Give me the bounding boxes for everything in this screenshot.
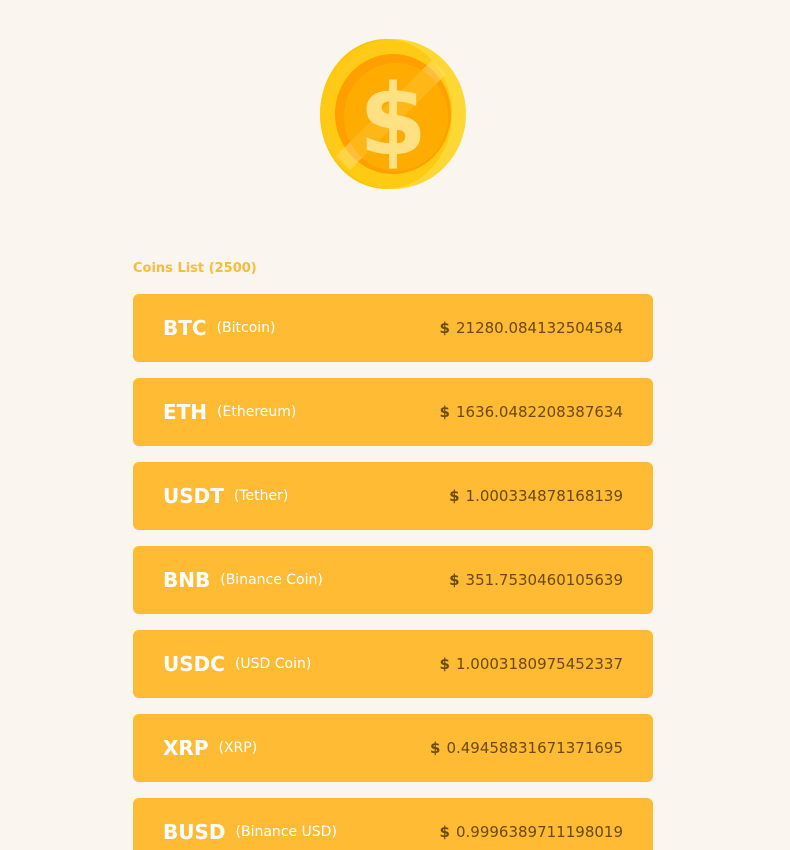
currency-symbol: $ xyxy=(439,655,450,673)
currency-symbol: $ xyxy=(430,739,441,757)
coin-item-bnb[interactable]: BNB (Binance Coin) $351.7530460105639 xyxy=(133,546,653,614)
coin-symbol: BUSD xyxy=(163,820,226,844)
coin-item-xrp[interactable]: XRP (XRP) $0.49458831671371695 xyxy=(133,714,653,782)
coin-symbol: USDT xyxy=(163,484,224,508)
coin-item-btc[interactable]: BTC (Bitcoin) $21280.084132504584 xyxy=(133,294,653,362)
coin-list: BTC (Bitcoin) $21280.084132504584 ETH (E… xyxy=(133,294,653,850)
coin-name: (Ethereum) xyxy=(217,404,297,420)
coins-list-title: Coins List (2500) xyxy=(133,261,257,276)
coin-item-usdt[interactable]: USDT (Tether) $1.000334878168139 xyxy=(133,462,653,530)
currency-symbol: $ xyxy=(439,319,450,337)
coin-name: (Bitcoin) xyxy=(216,320,276,336)
coin-price: $21280.084132504584 xyxy=(440,319,623,337)
coin-price: $0.49458831671371695 xyxy=(430,739,623,757)
coin-symbol: XRP xyxy=(163,736,209,760)
coin-item-busd[interactable]: BUSD (Binance USD) $0.9996389711198019 xyxy=(133,798,653,850)
coin-price: $0.9996389711198019 xyxy=(440,823,623,841)
logo-dollar-glyph: $ xyxy=(359,64,427,178)
coin-price: $1.000334878168139 xyxy=(449,487,623,505)
coin-item-eth[interactable]: ETH (Ethereum) $1636.0482208387634 xyxy=(133,378,653,446)
currency-symbol: $ xyxy=(439,403,450,421)
coin-price-value: 351.7530460105639 xyxy=(465,571,623,589)
page: $ Coins List (2500) BTC (Bitcoin) $21280… xyxy=(0,0,790,850)
coin-name: (Tether) xyxy=(233,488,289,504)
coin-name: (XRP) xyxy=(218,740,258,756)
dollar-coin-icon: $ xyxy=(320,38,466,190)
coin-price-value: 21280.084132504584 xyxy=(455,319,623,337)
coin-item-usdc[interactable]: USDC (USD Coin) $1.0003180975452337 xyxy=(133,630,653,698)
coin-name: (Binance Coin) xyxy=(220,572,323,588)
coin-price: $351.7530460105639 xyxy=(449,571,623,589)
coin-price-value: 0.49458831671371695 xyxy=(446,739,623,757)
coin-symbol: BNB xyxy=(163,568,211,592)
coin-price: $1.0003180975452337 xyxy=(440,655,623,673)
currency-symbol: $ xyxy=(449,487,460,505)
currency-symbol: $ xyxy=(439,823,450,841)
coin-symbol: BTC xyxy=(163,316,207,340)
coin-symbol: ETH xyxy=(163,400,208,424)
coin-symbol: USDC xyxy=(163,652,225,676)
coin-price-value: 1.000334878168139 xyxy=(465,487,623,505)
coin-price-value: 1.0003180975452337 xyxy=(455,655,623,673)
coin-price-value: 0.9996389711198019 xyxy=(455,823,623,841)
coin-name: (Binance USD) xyxy=(235,824,337,840)
coin-name: (USD Coin) xyxy=(234,656,312,672)
coin-price-value: 1636.0482208387634 xyxy=(455,403,623,421)
coin-price: $1636.0482208387634 xyxy=(440,403,623,421)
currency-symbol: $ xyxy=(449,571,460,589)
